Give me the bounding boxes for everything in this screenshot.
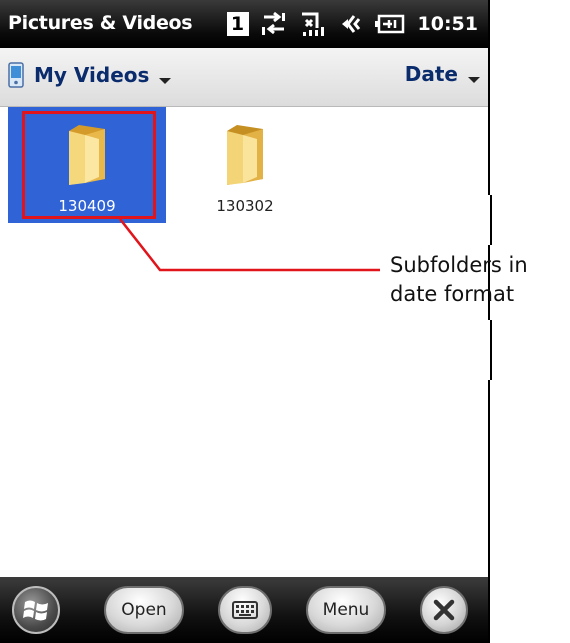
callout-line-2: date format [390,282,515,306]
callout-line-1: Subfolders in [390,253,528,277]
callout-text: Subfolders in date format [390,251,568,309]
callout-leader-line [119,195,496,380]
